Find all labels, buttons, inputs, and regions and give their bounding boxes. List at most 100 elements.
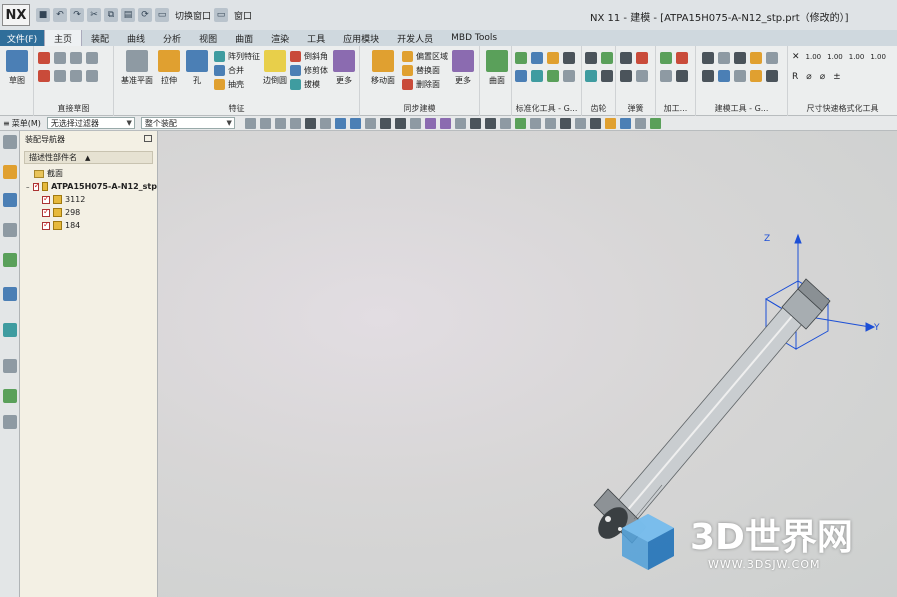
chamfer-button[interactable]: 倒斜角 bbox=[290, 51, 328, 62]
view-icon[interactable] bbox=[589, 117, 601, 129]
tab-view[interactable]: 视图 bbox=[190, 30, 226, 46]
nx-logo[interactable]: NX bbox=[2, 4, 30, 26]
tree-row-component[interactable]: 298 bbox=[26, 206, 157, 219]
snap-icon[interactable] bbox=[304, 117, 316, 129]
view-icon[interactable] bbox=[604, 117, 616, 129]
tree-row-component[interactable]: 184 bbox=[26, 219, 157, 232]
visibility-checkbox[interactable] bbox=[42, 194, 50, 204]
switch-window-icon[interactable]: ▭ bbox=[155, 8, 169, 22]
snap-icon[interactable] bbox=[409, 117, 421, 129]
shell-button[interactable]: 抽壳 bbox=[214, 79, 244, 90]
gear-icon[interactable] bbox=[585, 52, 597, 64]
window-menu-button[interactable]: 窗口 bbox=[234, 9, 252, 22]
delete-face-button[interactable]: 删除面 bbox=[402, 79, 440, 90]
snap-icon[interactable] bbox=[334, 117, 346, 129]
snap-icon[interactable] bbox=[364, 117, 376, 129]
line-icon[interactable] bbox=[70, 52, 82, 64]
view-icon[interactable] bbox=[649, 117, 661, 129]
spring-icon[interactable] bbox=[620, 52, 632, 64]
type-filter-dropdown[interactable]: 无选择过滤器 ▼ bbox=[46, 117, 135, 129]
surface-button[interactable]: 曲面 bbox=[480, 50, 514, 86]
tab-file[interactable]: 文件(F) bbox=[0, 30, 44, 46]
trim-body-button[interactable]: 修剪体 bbox=[290, 65, 328, 76]
arc-icon[interactable] bbox=[38, 70, 50, 82]
snap-icon[interactable] bbox=[424, 117, 436, 129]
process-studio-icon[interactable] bbox=[3, 389, 17, 403]
assembly-navigator-icon[interactable] bbox=[3, 165, 17, 179]
unite-button[interactable]: 合并 bbox=[214, 65, 244, 76]
snap-icon[interactable] bbox=[274, 117, 286, 129]
snap-icon[interactable] bbox=[484, 117, 496, 129]
gc-tool-icon[interactable] bbox=[547, 52, 559, 64]
tolerance-icon[interactable]: ± bbox=[833, 72, 841, 82]
tree-row-root-assembly[interactable]: – ATPA15H075-A-N12_stp bbox=[26, 180, 157, 193]
gear-icon[interactable] bbox=[601, 52, 613, 64]
machining-icon[interactable] bbox=[660, 52, 672, 64]
window-icon[interactable]: ▭ bbox=[214, 8, 229, 22]
feature-more-button[interactable]: 更多 bbox=[330, 50, 358, 86]
dimension-format-button[interactable]: 1.00 bbox=[827, 53, 843, 61]
datum-plane-button[interactable]: 基准平面 bbox=[120, 50, 154, 86]
view-icon[interactable] bbox=[574, 117, 586, 129]
snap-icon[interactable] bbox=[349, 117, 361, 129]
tool-icon[interactable] bbox=[750, 70, 762, 82]
snap-icon[interactable] bbox=[499, 117, 511, 129]
draft-button[interactable]: 拔模 bbox=[290, 79, 320, 90]
part-navigator-icon[interactable] bbox=[3, 223, 17, 237]
collapse-icon[interactable]: – bbox=[26, 183, 31, 191]
machining-icon[interactable] bbox=[660, 70, 672, 82]
snap-icon[interactable] bbox=[259, 117, 271, 129]
visibility-checkbox[interactable] bbox=[32, 181, 40, 191]
dimension-format-button[interactable]: 1.00 bbox=[870, 53, 886, 61]
gc-tool-icon[interactable] bbox=[547, 70, 559, 82]
spring-icon[interactable] bbox=[636, 52, 648, 64]
dimension-format-button[interactable]: 1.00 bbox=[849, 53, 865, 61]
clear-dimension-icon[interactable]: ✕ bbox=[792, 52, 800, 62]
menu-button[interactable]: ≡ 菜单(M) bbox=[3, 118, 41, 129]
offset-region-button[interactable]: 偏置区域 bbox=[402, 51, 448, 62]
navigator-column-header[interactable]: 描述性部件名 ▲ bbox=[24, 151, 153, 164]
sketch-dropdown-icon[interactable] bbox=[86, 70, 98, 82]
part-icon[interactable] bbox=[750, 52, 762, 64]
replace-face-button[interactable]: 替换面 bbox=[402, 65, 440, 76]
tab-home[interactable]: 主页 bbox=[44, 30, 83, 46]
snap-icon[interactable] bbox=[379, 117, 391, 129]
triangle-icon[interactable] bbox=[702, 52, 714, 64]
sketch-button[interactable]: 草图 bbox=[0, 50, 34, 86]
rectangle-icon[interactable] bbox=[54, 52, 66, 64]
snap-icon[interactable] bbox=[529, 117, 541, 129]
tab-developer[interactable]: 开发人员 bbox=[388, 30, 442, 46]
profile-icon[interactable] bbox=[38, 52, 50, 64]
pattern-feature-button[interactable]: 阵列特征 bbox=[214, 51, 260, 62]
radius-icon[interactable]: R bbox=[792, 72, 798, 82]
tab-assembly[interactable]: 装配 bbox=[82, 30, 118, 46]
gc-tool-icon[interactable] bbox=[515, 52, 527, 64]
selection-scope-dropdown[interactable]: 整个装配 ▼ bbox=[140, 117, 235, 129]
copy-icon[interactable]: ⧉ bbox=[104, 8, 118, 22]
sync-more-button[interactable]: 更多 bbox=[448, 50, 478, 86]
machining-icon[interactable] bbox=[676, 70, 688, 82]
view-icon[interactable] bbox=[634, 117, 646, 129]
save-icon[interactable]: ■ bbox=[36, 8, 50, 22]
snap-icon[interactable] bbox=[469, 117, 481, 129]
web-browser-icon[interactable] bbox=[3, 287, 17, 301]
gc-tool-icon[interactable] bbox=[515, 70, 527, 82]
grid-icon[interactable] bbox=[734, 52, 746, 64]
reuse-library-icon[interactable] bbox=[3, 253, 17, 267]
tab-render[interactable]: 渲染 bbox=[262, 30, 298, 46]
move-face-button[interactable]: 移动面 bbox=[366, 50, 400, 86]
diameter-icon[interactable]: ⌀ bbox=[806, 72, 811, 82]
snap-icon[interactable] bbox=[244, 117, 256, 129]
cut-icon[interactable]: ✂ bbox=[87, 8, 101, 22]
tool-icon[interactable] bbox=[734, 70, 746, 82]
tab-analysis[interactable]: 分析 bbox=[154, 30, 190, 46]
snap-icon[interactable] bbox=[289, 117, 301, 129]
snap-icon[interactable] bbox=[514, 117, 526, 129]
more-sketch-icon[interactable] bbox=[86, 52, 98, 64]
history-icon[interactable] bbox=[3, 323, 17, 337]
view-icon[interactable] bbox=[619, 117, 631, 129]
point-icon[interactable] bbox=[70, 70, 82, 82]
snap-icon[interactable] bbox=[319, 117, 331, 129]
repeat-command-icon[interactable]: ⟳ bbox=[138, 8, 152, 22]
roles-icon[interactable] bbox=[3, 415, 17, 429]
